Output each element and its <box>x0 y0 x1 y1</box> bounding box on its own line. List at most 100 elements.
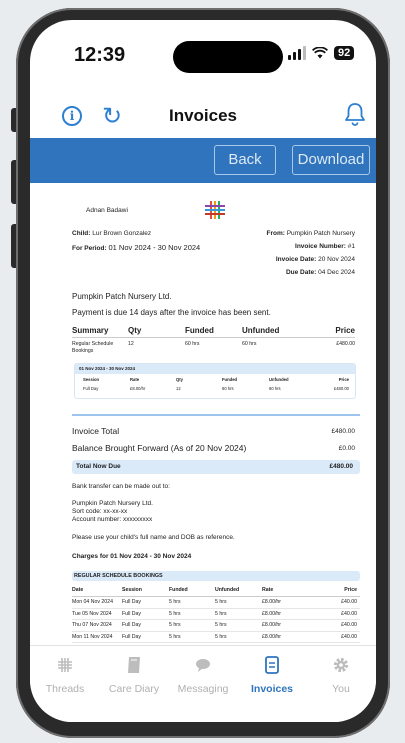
summary-cell-funded: 60 hrs <box>185 341 200 347</box>
charges-cell: Mon 11 Nov 2024 <box>72 633 113 640</box>
charges-cell: 5 hrs <box>215 622 227 628</box>
total-due-value: £480.00 <box>329 463 354 470</box>
charges-cell: Thu 07 Nov 2024 <box>72 622 112 628</box>
tab-label: You <box>332 683 350 695</box>
cellular-signal-icon <box>288 46 306 60</box>
invoice-total-label: Invoice Total <box>72 426 120 436</box>
app-header: i ↻ Invoices <box>30 92 376 138</box>
hashtag-logo-icon <box>205 201 225 219</box>
tab-label: Care Diary <box>108 683 160 695</box>
book-icon <box>128 657 140 673</box>
charges-cell: 5 hrs <box>215 610 227 617</box>
charges-header-rate: Rate <box>262 587 274 593</box>
charges-title: Charges for 01 Nov 2024 - 30 Nov 2024 <box>72 553 192 560</box>
summary-header-qty: Qty <box>128 326 142 335</box>
sub-cell-qty: 12 <box>176 386 181 391</box>
sub-header-unfunded: Unfunded <box>269 377 289 382</box>
charges-cell: £40.00 <box>341 633 357 640</box>
sub-cell-unfunded: 60 hrs <box>269 386 281 391</box>
summary-cell-item: Regular Schedule <box>72 341 114 347</box>
account-number: Account number: xxxxxxxxx <box>72 516 153 523</box>
dynamic-island <box>173 41 283 73</box>
charges-cell: £8.00/hr <box>262 610 282 617</box>
sort-code: Sort code: xx-xx-xx <box>72 508 128 515</box>
reference-note: Please use your child's full name and DO… <box>72 534 235 541</box>
sub-header-funded: Funded <box>222 377 238 382</box>
charges-cell: Full Day <box>122 610 142 617</box>
charges-row: Thu 07 Nov 2024 Full Day 5 hrs 5 hrs £8.00/h… <box>72 620 360 632</box>
sub-cell-funded: 60 hrs <box>222 386 234 391</box>
charges-cell: £8.00/hr <box>262 599 282 605</box>
download-button[interactable]: Download <box>292 145 370 175</box>
tab-label: Invoices <box>250 683 294 695</box>
sub-header-rate: Rate <box>130 377 140 382</box>
hashtag-icon <box>58 658 72 672</box>
summary-cell-price: £480.00 <box>336 341 355 347</box>
charges-cell: 5 hrs <box>215 633 227 640</box>
charges-header-date: Date <box>72 587 84 593</box>
charges-cell: £40.00 <box>341 599 357 605</box>
tab-messaging[interactable]: Messaging <box>168 654 238 695</box>
back-button[interactable]: Back <box>214 145 276 175</box>
charges-cell: £8.00/hr <box>262 633 282 640</box>
total-due-label: Total Now Due <box>76 463 121 470</box>
summary-header-unfunded: Unfunded <box>242 326 280 335</box>
tab-you[interactable]: You <box>306 654 376 695</box>
tab-care-diary[interactable]: Care Diary <box>99 654 169 695</box>
charges-header-row: Date Session Funded Unfunded Rate Price <box>72 586 360 597</box>
status-time: 12:39 <box>74 44 126 66</box>
chat-bubble-icon <box>196 659 210 672</box>
balance-label: Balance Brought Forward (As of 20 Nov 20… <box>72 443 247 453</box>
summary-header-funded: Funded <box>185 326 214 335</box>
charges-cell: £40.00 <box>341 622 357 628</box>
charges-cell: £8.00/hr <box>262 622 282 628</box>
charges-cell: £40.00 <box>341 610 357 617</box>
parent-name: Adnan Badawi <box>86 207 128 214</box>
charges-cell: 5 hrs <box>169 599 181 605</box>
tab-label: Threads <box>45 683 85 695</box>
invoice-date-line: Invoice Date: 20 Nov 2024 <box>275 256 355 263</box>
battery-level: 92 <box>334 46 355 60</box>
charges-header-price: Price <box>344 587 357 593</box>
invoice-number-line: Invoice Number: #1 <box>295 243 355 250</box>
bell-icon[interactable] <box>344 102 366 126</box>
charges-row: Tue 05 Nov 2024 Full Day 5 hrs 5 hrs £8.00/h… <box>72 609 360 620</box>
sub-breakdown-box: 01 Nov 2024 - 30 Nov 2024 Session Rate Q… <box>74 363 356 399</box>
action-bar: Back Download <box>30 138 376 183</box>
charges-cell: 5 hrs <box>169 633 181 640</box>
bank-intro: Bank transfer can be made out to: <box>72 483 170 490</box>
charges-cell: Mon 04 Nov 2024 <box>72 599 113 605</box>
charges-header-session: Session <box>122 587 142 593</box>
summary-cell-unfunded: 60 hrs <box>242 341 257 347</box>
summary-header-summary: Summary <box>72 326 109 335</box>
sub-header-price: Price <box>338 377 349 382</box>
company-name: Pumpkin Patch Nursery Ltd. <box>72 292 172 301</box>
wifi-icon <box>312 47 328 59</box>
tab-invoices[interactable]: Invoices <box>237 654 307 695</box>
sub-cell-price: £480.00 <box>333 386 349 391</box>
summary-header-price: Price <box>335 326 355 335</box>
child-line: Child: Lur Brown Gonzalez <box>72 230 152 237</box>
charges-cell: 5 hrs <box>169 610 181 617</box>
from-line: From: Pumpkin Patch Nursery <box>266 230 355 237</box>
charges-cell: Full Day <box>122 633 142 640</box>
page-title: Invoices <box>168 106 238 125</box>
charges-header-unfunded: Unfunded <box>215 587 240 593</box>
sub-cell-rate: £8.00/hr <box>130 386 146 391</box>
tab-threads[interactable]: Threads <box>30 654 100 695</box>
payment-terms: Payment is due 14 days after the invoice… <box>72 308 271 317</box>
sub-header-session: Session <box>83 377 100 382</box>
invoice-total-value: £480.00 <box>331 428 356 435</box>
charges-cell: 5 hrs <box>215 599 227 605</box>
charges-row: Mon 04 Nov 2024 Full Day 5 hrs 5 hrs £8.00/h… <box>72 597 360 609</box>
charges-cell: Full Day <box>122 622 142 628</box>
balance-value: £0.00 <box>338 445 355 452</box>
summary-cell-item-extra: Bookings <box>72 348 94 354</box>
bank-name: Pumpkin Patch Nursery Ltd. <box>72 500 153 507</box>
tab-bar: Threads Care Diary Messaging Invoices Yo… <box>30 645 376 722</box>
period-line: For Period: 01 Nov 2024 - 30 Nov 2024 <box>72 243 201 252</box>
charges-header-funded: Funded <box>169 587 188 593</box>
bookings-title: REGULAR SCHEDULE BOOKINGS <box>74 573 163 579</box>
status-icons: 92 <box>288 46 355 60</box>
app-screen: 12:39 92 i ↻ Invoices Back Download Adna… <box>30 20 376 722</box>
